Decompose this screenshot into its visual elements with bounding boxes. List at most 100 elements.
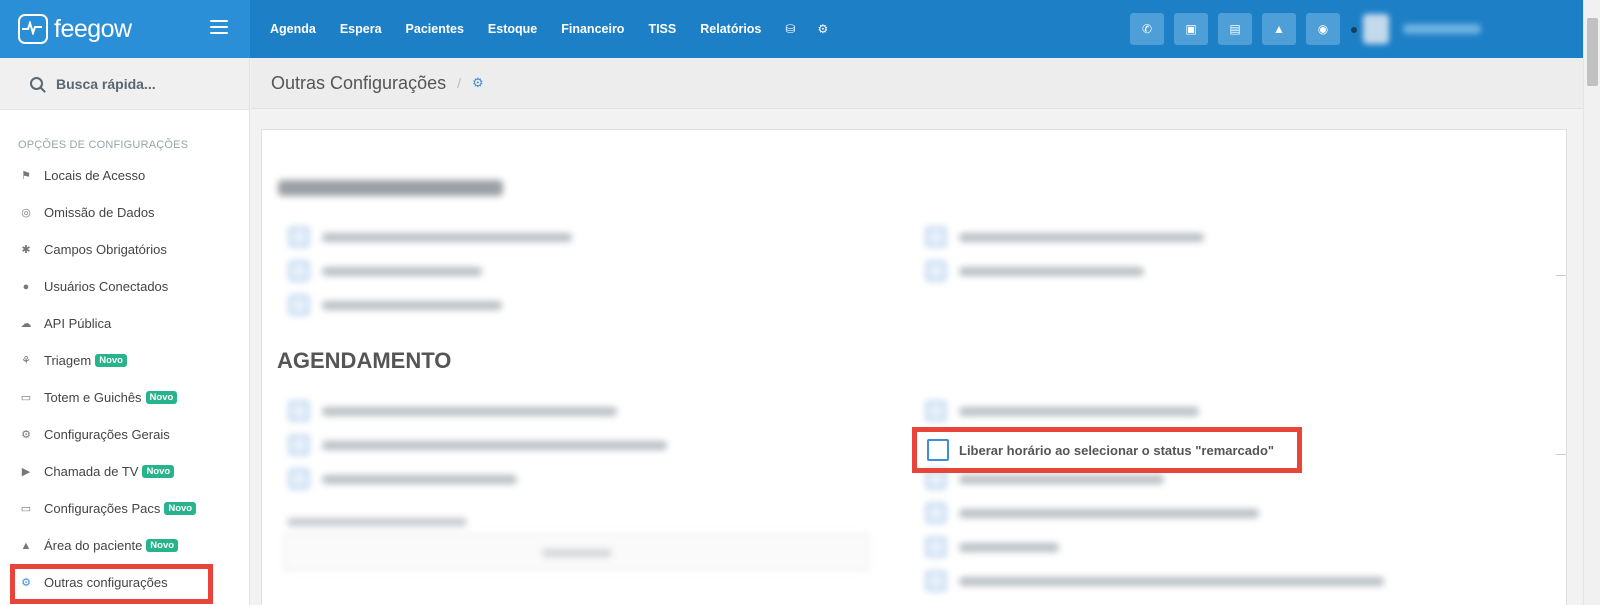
blurred-checkbox[interactable]: [289, 469, 309, 489]
blurred-option-label: [959, 509, 1259, 518]
blurred-checkbox[interactable]: [289, 295, 309, 315]
chat-icon[interactable]: ◉: [1306, 13, 1340, 45]
cloud-icon: ☁: [20, 318, 32, 330]
laptop-icon: ▭: [20, 392, 32, 404]
section-heading-agendamento: AGENDAMENTO: [277, 348, 452, 373]
blurred-option-label: [322, 301, 502, 310]
search-input[interactable]: Busca rápida...: [56, 76, 156, 92]
nav-agenda[interactable]: Agenda: [270, 22, 316, 36]
sidebar-item-api-publica[interactable]: ☁ API Pública: [0, 305, 249, 342]
sidebar-item-label: Outras configurações: [44, 575, 168, 590]
sidebar-item-omissao-de-dados[interactable]: ◎ Omissão de Dados: [0, 194, 249, 231]
blurred-checkbox[interactable]: [926, 571, 946, 591]
pin-icon: ⚑: [21, 170, 31, 182]
blurred-checkbox[interactable]: [289, 261, 309, 281]
gears-icon: ⚙: [21, 577, 31, 589]
stethoscope-icon: ⚘: [21, 355, 31, 367]
blurred-checkbox[interactable]: [926, 261, 946, 281]
sidebar-item-totem-e-guiches[interactable]: ▭ Totem e Guichês Novo: [0, 379, 249, 416]
feegow-logo-icon: [18, 14, 48, 44]
sidebar-item-label: API Pública: [44, 316, 112, 331]
breadcrumb: Outras Configurações / ⚙: [251, 58, 1583, 109]
sidebar-item-label: Área do paciente: [44, 538, 143, 553]
quick-search[interactable]: Busca rápida...: [0, 58, 249, 110]
blurred-option-label: [322, 407, 617, 416]
blurred-checkbox[interactable]: [926, 401, 946, 421]
blurred-checkbox[interactable]: [289, 227, 309, 247]
blurred-checkbox[interactable]: [289, 435, 309, 455]
liberar-horario-checkbox[interactable]: [927, 439, 949, 461]
blurred-checkbox[interactable]: [926, 227, 946, 247]
blurred-option-label: [959, 233, 1204, 242]
nav-espera[interactable]: Espera: [340, 22, 382, 36]
divider: [1556, 454, 1566, 455]
nav-estoque[interactable]: Estoque: [488, 22, 537, 36]
sidebar: Busca rápida... OPÇÕES DE CONFIGURAÇÕES …: [0, 58, 250, 605]
sidebar-item-label: Locais de Acesso: [44, 168, 146, 183]
brand[interactable]: feegow: [0, 0, 250, 58]
sidebar-item-usuarios-conectados[interactable]: ● Usuários Conectados: [0, 268, 249, 305]
sidebar-item-label: Configurações Pacs: [44, 501, 161, 516]
gears-icon: ⚙: [471, 75, 484, 90]
sidebar-item-configuracoes-gerais[interactable]: ⚙ Configurações Gerais: [0, 416, 249, 453]
blurred-option-label: [959, 577, 1384, 586]
card-icon[interactable]: ▤: [1218, 13, 1252, 45]
blurred-checkbox[interactable]: [926, 503, 946, 523]
new-badge: Novo: [164, 502, 197, 515]
blurred-option-label: [322, 441, 667, 450]
sidebar-item-label: Configurações Gerais: [44, 427, 170, 442]
sidebar-item-campos-obrigatorios[interactable]: ✱ Campos Obrigatórios: [0, 231, 249, 268]
top-navbar: feegow Agenda Espera Pacientes Estoque F…: [0, 0, 1583, 58]
database-icon[interactable]: ⛁: [785, 22, 795, 36]
sidebar-item-area-do-paciente[interactable]: ▲ Área do paciente Novo: [0, 527, 249, 564]
blurred-option-label: [322, 233, 572, 242]
blurred-option-label: [959, 475, 1164, 484]
blurred-option-label: [322, 267, 482, 276]
page-scrollbar[interactable]: [1583, 0, 1600, 605]
phone-icon[interactable]: ✆: [1130, 13, 1164, 45]
gear-icon[interactable]: ⚙: [817, 22, 828, 36]
sidebar-item-triagem[interactable]: ⚘ Triagem Novo: [0, 342, 249, 379]
sidebar-item-label: Usuários Conectados: [44, 279, 169, 294]
page-title: Outras Configurações: [271, 72, 447, 93]
blurred-checkbox[interactable]: [926, 537, 946, 557]
gears-icon: ⚙: [21, 429, 31, 441]
hamburger-menu-icon[interactable]: [210, 20, 228, 34]
nav-relatorios[interactable]: Relatórios: [700, 22, 761, 36]
nav-tiss[interactable]: TISS: [648, 22, 676, 36]
user-icon: ●: [22, 280, 30, 293]
sidebar-item-outras-configuracoes[interactable]: ⚙ Outras configurações: [0, 564, 249, 601]
blurred-option-label: [322, 475, 517, 484]
sidebar-item-chamada-de-tv[interactable]: ▶ Chamada de TV Novo: [0, 453, 249, 490]
nav-financeiro[interactable]: Financeiro: [561, 22, 624, 36]
asterisk-icon: ✱: [21, 244, 31, 256]
sidebar-item-label: Triagem: [44, 353, 92, 368]
liberar-horario-label: Liberar horário ao selecionar o status "…: [959, 442, 1275, 458]
blurred-field-label: [287, 518, 467, 526]
nav-pacientes[interactable]: Pacientes: [406, 22, 464, 36]
main-nav: Agenda Espera Pacientes Estoque Financei…: [270, 22, 850, 36]
blurred-select[interactable]: [284, 533, 869, 571]
bell-icon[interactable]: ▲: [1262, 13, 1296, 45]
blurred-checkbox[interactable]: [289, 401, 309, 421]
user-name-blurred: [1403, 24, 1481, 34]
new-badge: Novo: [145, 391, 178, 404]
search-icon: [30, 77, 43, 90]
sidebar-item-configuracoes-pacs[interactable]: ▭ Configurações Pacs Novo: [0, 490, 249, 527]
inbox-icon[interactable]: ▣: [1174, 13, 1208, 45]
sidebar-list: ⚑ Locais de Acesso ◎ Omissão de Dados ✱ Cam…: [0, 157, 249, 601]
sidebar-item-label: Chamada de TV: [44, 464, 139, 479]
blurred-option-label: [959, 407, 1199, 416]
scrollbar-thumb[interactable]: [1587, 18, 1598, 86]
top-actions: ✆ ▣ ▤ ▲ ◉: [1120, 13, 1340, 45]
breadcrumb-separator: /: [457, 75, 461, 91]
settings-panel: AGENDAMENTO: [261, 129, 1567, 605]
avatar: [1363, 14, 1389, 44]
user-menu[interactable]: [1363, 12, 1503, 46]
bullhorn-icon: ▶: [21, 466, 31, 478]
blurred-option-label: [959, 543, 1059, 552]
laptop-icon: ▭: [20, 503, 32, 515]
sidebar-item-locais-de-acesso[interactable]: ⚑ Locais de Acesso: [0, 157, 249, 194]
blurred-option-label: [959, 267, 1144, 276]
sidebar-item-label: Omissão de Dados: [44, 205, 155, 220]
